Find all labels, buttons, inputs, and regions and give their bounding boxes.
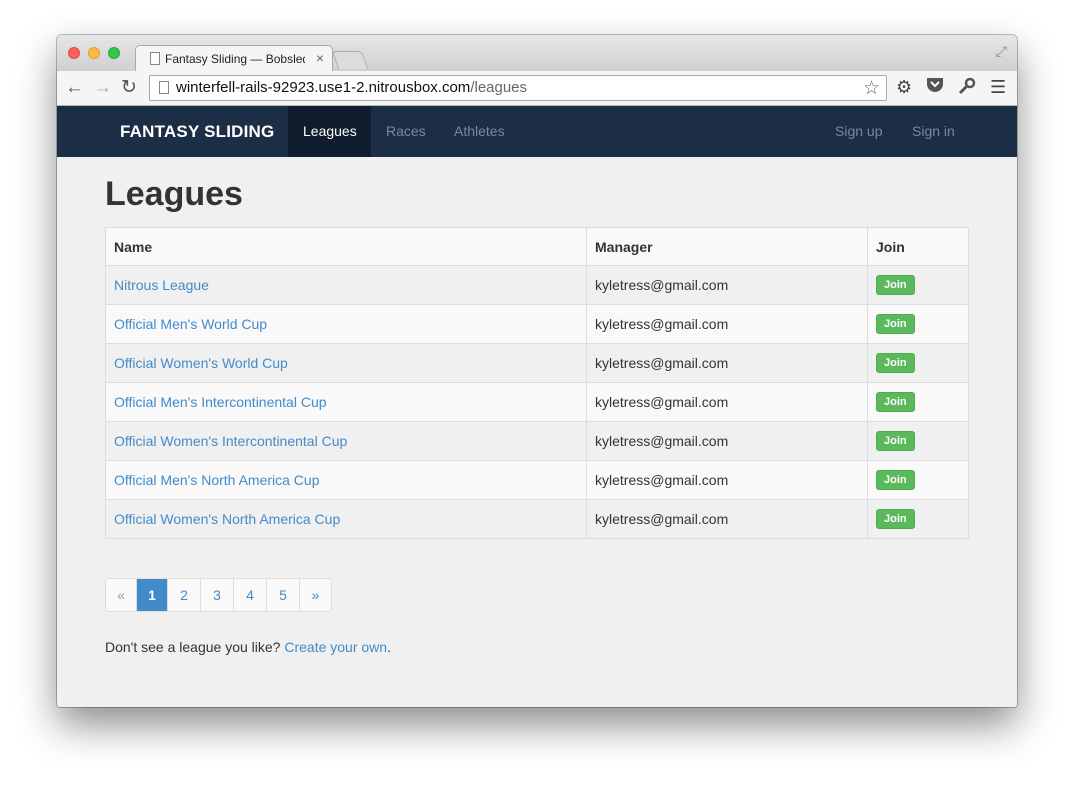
join-cell: Join [867,304,969,344]
join-cell: Join [867,382,969,422]
url-host: winterfell-rails-92923.use1-2.nitrousbox… [176,79,471,96]
zoom-window-button[interactable] [108,47,120,59]
browser-toolbar: ← → ↻ winterfell-rails-92923.use1-2.nitr… [57,71,1017,106]
league-name-cell: Official Men's Intercontinental Cup [105,382,587,422]
league-link[interactable]: Official Women's Intercontinental Cup [114,433,347,449]
menu-icon[interactable]: ☰ [990,77,1006,98]
league-link[interactable]: Official Women's World Cup [114,355,288,371]
pagination-page-4[interactable]: 4 [234,579,267,611]
join-cell: Join [867,499,969,539]
join-button[interactable]: Join [876,353,915,373]
star-icon[interactable]: ☆ [863,77,880,100]
close-window-button[interactable] [68,47,80,59]
league-name-cell: Official Men's World Cup [105,304,587,344]
create-league-prompt: Don't see a league you like? Create your… [105,639,391,655]
reload-icon[interactable]: ↻ [121,77,137,99]
tab-close-icon[interactable]: × [316,50,324,66]
manager-cell: kyletress@gmail.com [586,421,868,461]
pagination-page-2[interactable]: 2 [168,579,201,611]
pagination-prev[interactable]: « [106,579,137,611]
brand-logo[interactable]: FANTASY SLIDING [120,122,274,142]
league-link[interactable]: Official Men's World Cup [114,316,267,332]
join-cell: Join [867,265,969,305]
gear-icon[interactable]: ⚙ [896,77,912,98]
create-league-text: Don't see a league you like? [105,639,281,655]
join-button[interactable]: Join [876,470,915,490]
join-button[interactable]: Join [876,509,915,529]
nav-item-races[interactable]: Races [371,106,441,157]
league-link[interactable]: Official Men's Intercontinental Cup [114,394,327,410]
manager-cell: kyletress@gmail.com [586,343,868,383]
join-button[interactable]: Join [876,431,915,451]
join-button[interactable]: Join [876,314,915,334]
table-header-row: Name Manager Join [105,227,969,266]
table-row: Official Men's North America Cup kyletre… [105,460,969,500]
league-link[interactable]: Nitrous League [114,277,209,293]
table-row: Official Women's World Cup kyletress@gma… [105,343,969,383]
pocket-icon[interactable] [926,77,944,98]
column-header-name: Name [105,227,587,266]
league-link[interactable]: Official Women's North America Cup [114,511,340,527]
browser-window: Fantasy Sliding — Bobsled × ⤢ ← → ↻ wint… [57,35,1017,707]
nav-item-sign-in[interactable]: Sign in [897,106,970,157]
manager-cell: kyletress@gmail.com [586,265,868,305]
pagination: « 1 2 3 4 5 » [105,578,332,612]
page-title: Leagues [105,175,243,213]
address-bar[interactable]: winterfell-rails-92923.use1-2.nitrousbox… [149,75,887,101]
league-name-cell: Official Women's Intercontinental Cup [105,421,587,461]
manager-cell: kyletress@gmail.com [586,382,868,422]
join-button[interactable]: Join [876,275,915,295]
column-header-join: Join [867,227,969,266]
create-league-suffix: . [387,639,391,655]
join-button[interactable]: Join [876,392,915,412]
arrow-right-icon[interactable]: → [93,77,112,99]
pagination-page-5[interactable]: 5 [267,579,300,611]
join-cell: Join [867,343,969,383]
main-content: Leagues Name Manager Join Nitrous League… [57,157,1017,707]
league-name-cell: Official Women's North America Cup [105,499,587,539]
nav-item-athletes[interactable]: Athletes [439,106,520,157]
league-name-cell: Official Women's World Cup [105,343,587,383]
pagination-next[interactable]: » [300,579,331,611]
league-link[interactable]: Official Men's North America Cup [114,472,320,488]
arrow-left-icon[interactable]: ← [65,77,84,99]
column-header-manager: Manager [586,227,868,266]
pagination-page-1[interactable]: 1 [137,579,168,611]
url-path: /leagues [470,79,528,96]
url-text: winterfell-rails-92923.use1-2.nitrousbox… [176,79,527,96]
join-cell: Join [867,421,969,461]
league-name-cell: Official Men's North America Cup [105,460,587,500]
table-row: Official Men's World Cup kyletress@gmail… [105,304,969,344]
browser-tab[interactable]: Fantasy Sliding — Bobsled × [135,45,333,72]
wrench-icon[interactable] [958,77,976,100]
tab-strip: Fantasy Sliding — Bobsled × ⤢ [57,35,1017,72]
document-icon [150,52,160,65]
minimize-window-button[interactable] [88,47,100,59]
table-row: Official Women's Intercontinental Cup ky… [105,421,969,461]
tab-title: Fantasy Sliding — Bobsled [165,52,305,66]
create-league-link[interactable]: Create your own [284,639,387,655]
new-tab-button[interactable] [331,51,369,69]
site-navbar: FANTASY SLIDING Leagues Races Athletes S… [57,106,1017,157]
fullscreen-icon[interactable]: ⤢ [996,43,1007,60]
league-name-cell: Nitrous League [105,265,587,305]
nav-item-sign-up[interactable]: Sign up [820,106,897,157]
table-row: Official Men's Intercontinental Cup kyle… [105,382,969,422]
table-row: Nitrous League kyletress@gmail.com Join [105,265,969,305]
manager-cell: kyletress@gmail.com [586,304,868,344]
nav-item-leagues[interactable]: Leagues [288,106,371,157]
manager-cell: kyletress@gmail.com [586,499,868,539]
leagues-table: Name Manager Join Nitrous League kyletre… [105,227,969,539]
table-row: Official Women's North America Cup kylet… [105,499,969,539]
join-cell: Join [867,460,969,500]
pagination-page-3[interactable]: 3 [201,579,234,611]
document-icon [159,81,169,94]
manager-cell: kyletress@gmail.com [586,460,868,500]
